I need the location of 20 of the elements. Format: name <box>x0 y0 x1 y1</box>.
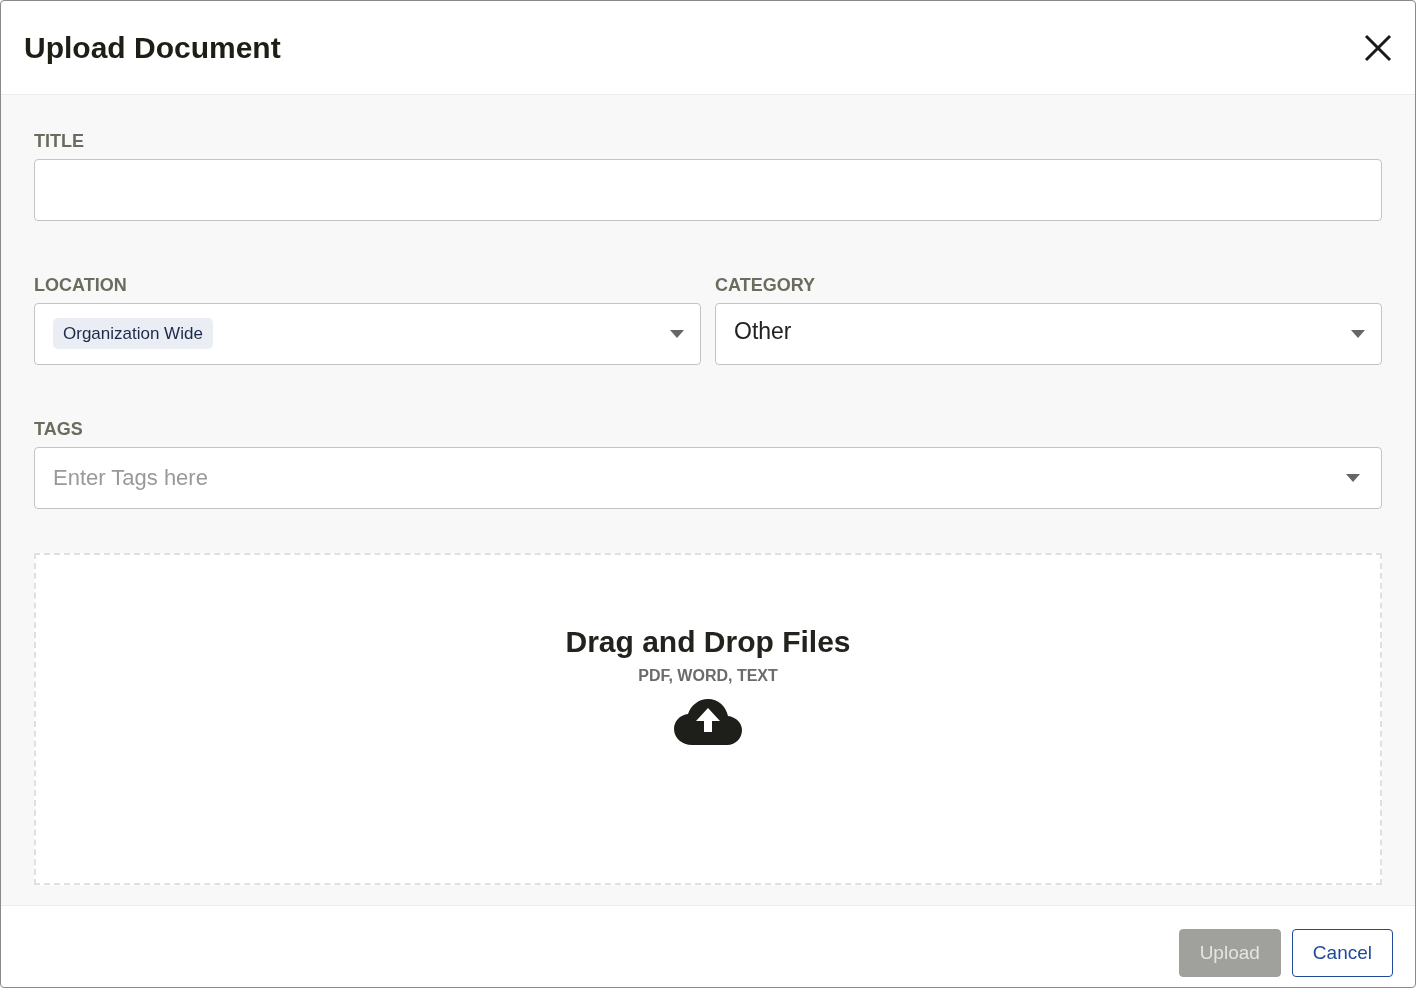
dialog-title: Upload Document <box>24 30 281 65</box>
category-select[interactable]: Other <box>715 303 1382 365</box>
cloud-upload-icon <box>674 699 742 745</box>
title-input-field[interactable] <box>34 159 1382 221</box>
tags-input-field[interactable]: Enter Tags here <box>34 447 1382 509</box>
file-formats-text: PDF, WORD, TEXT <box>638 667 778 685</box>
dropdown-caret-icon <box>1346 474 1360 482</box>
close-icon <box>1363 32 1393 63</box>
location-select[interactable]: Organization Wide <box>34 303 701 365</box>
cancel-button[interactable]: Cancel <box>1291 928 1393 977</box>
dropdown-caret-icon <box>670 330 684 338</box>
dropzone-heading: Drag and Drop Files <box>565 625 851 659</box>
file-dropzone[interactable]: Drag and Drop Files PDF, WORD, TEXT <box>34 553 1382 885</box>
dropdown-caret-icon <box>1351 330 1365 338</box>
location-chip: Organization Wide <box>53 318 213 349</box>
field-label: CATEGORY <box>715 275 816 296</box>
close-button[interactable] <box>1363 32 1393 63</box>
field-label: LOCATION <box>34 275 128 296</box>
field-label: TAGS <box>34 419 84 440</box>
field-label: TITLE <box>34 131 85 152</box>
